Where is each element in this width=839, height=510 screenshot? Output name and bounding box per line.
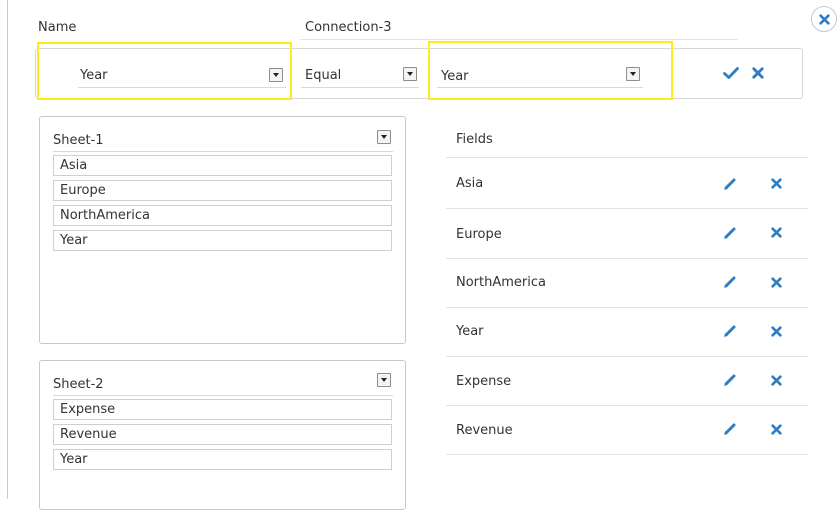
fields-separator (446, 307, 808, 308)
sheet-1-select-underline (53, 151, 393, 152)
connection-name-input[interactable]: Connection-3 (305, 20, 392, 35)
fields-separator (446, 157, 808, 158)
field-row-label: Asia (456, 176, 484, 191)
sheet-1-field-asia[interactable]: Asia (53, 155, 392, 176)
sheet-2-field-expense[interactable]: Expense (53, 399, 392, 420)
close-icon (819, 14, 830, 25)
dialog-left-border (7, 0, 8, 499)
chevron-down-icon[interactable] (377, 130, 391, 144)
sheet-1-field-year[interactable]: Year (53, 230, 392, 251)
close-icon[interactable] (771, 178, 782, 189)
pencil-icon[interactable] (723, 324, 737, 338)
pencil-icon[interactable] (723, 177, 737, 191)
fields-separator (446, 208, 808, 209)
close-icon[interactable] (752, 67, 764, 79)
dialog-close-button[interactable] (811, 6, 837, 32)
fields-separator (446, 454, 808, 455)
close-icon[interactable] (771, 326, 782, 337)
sheet-2-select-underline (53, 395, 393, 396)
name-label: Name (38, 20, 77, 35)
pencil-icon[interactable] (723, 275, 737, 289)
left-field-highlight (37, 42, 292, 100)
sheet-2-select[interactable]: Sheet-2 (53, 377, 104, 392)
fields-header: Fields (456, 132, 493, 147)
close-icon[interactable] (771, 424, 782, 435)
check-icon[interactable] (723, 66, 739, 80)
sheet-2-field-year[interactable]: Year (53, 449, 392, 470)
operator-underline (301, 87, 419, 88)
sheet-1-select[interactable]: Sheet-1 (53, 133, 104, 148)
pencil-icon[interactable] (723, 226, 737, 240)
sheet-1-field-northamerica[interactable]: NorthAmerica (53, 205, 392, 226)
fields-separator (446, 405, 808, 406)
fields-separator (446, 258, 808, 259)
field-row-label: Revenue (456, 423, 513, 438)
field-row-label: Year (456, 324, 484, 339)
fields-separator (446, 356, 808, 357)
sheet-2-panel: Sheet-2 Expense Revenue Year (39, 360, 406, 510)
field-row-label: Expense (456, 374, 512, 389)
close-icon[interactable] (771, 375, 782, 386)
sheet-2-field-revenue[interactable]: Revenue (53, 424, 392, 445)
pencil-icon[interactable] (723, 373, 737, 387)
sheet-1-field-europe[interactable]: Europe (53, 180, 392, 201)
operator-select[interactable]: Equal (301, 64, 419, 88)
pencil-icon[interactable] (723, 422, 737, 436)
chevron-down-icon[interactable] (403, 67, 417, 81)
operator-value: Equal (305, 68, 342, 83)
close-icon[interactable] (771, 277, 782, 288)
field-row-label: Europe (456, 227, 502, 242)
chevron-down-icon[interactable] (377, 373, 391, 387)
right-field-highlight (428, 41, 673, 100)
sheet-1-panel: Sheet-1 Asia Europe NorthAmerica Year (39, 116, 406, 344)
field-row-label: NorthAmerica (456, 275, 546, 290)
close-icon[interactable] (771, 227, 782, 238)
name-input-underline (300, 39, 738, 40)
